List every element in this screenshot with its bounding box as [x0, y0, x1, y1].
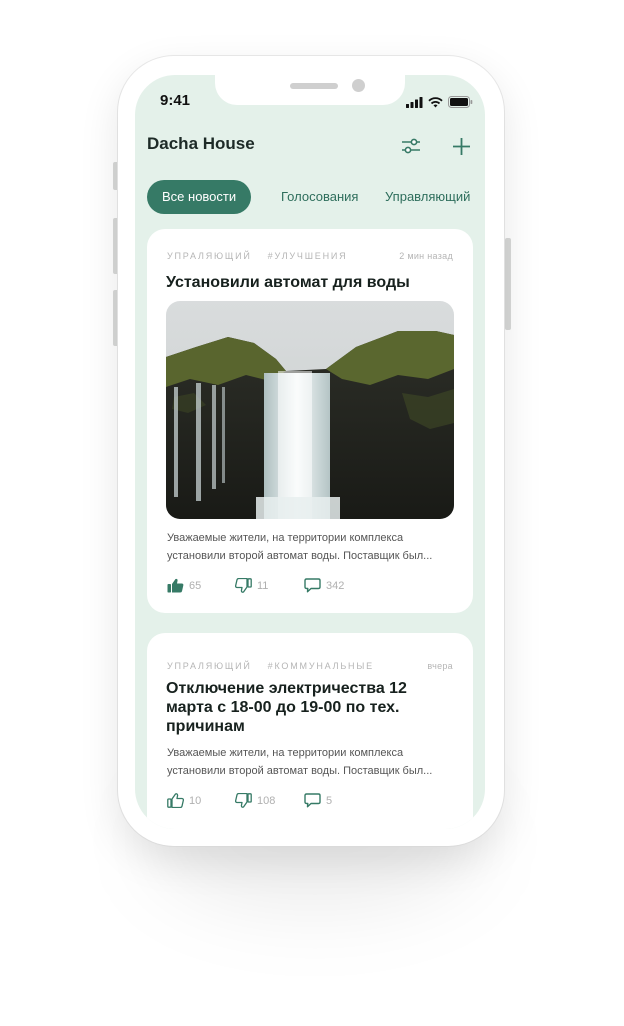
comment-icon: [304, 793, 321, 808]
speaker: [290, 83, 338, 89]
front-camera: [352, 79, 365, 92]
thumbs-up-icon: [167, 578, 184, 593]
thumbs-down-icon: [235, 578, 252, 593]
comments-button[interactable]: 5: [304, 793, 332, 808]
add-post-button[interactable]: [448, 133, 474, 159]
post-time: 2 мин назад: [399, 251, 453, 261]
dislike-button[interactable]: 11: [235, 578, 304, 593]
status-time: 9:41: [160, 92, 191, 109]
status-icons: [406, 95, 473, 113]
post-description: Уважаемые жители, на территории комплекс…: [167, 532, 433, 562]
post-actions: 65 11 342: [167, 578, 344, 593]
tab-all-news[interactable]: Все новости: [147, 180, 252, 214]
news-card[interactable]: Упраляющий #коммунальные вчера Отключение…: [147, 633, 473, 829]
comments-button[interactable]: 342: [304, 578, 344, 593]
tab-votes[interactable]: Голосования: [281, 180, 358, 214]
post-meta: Упраляющий #улучшения 2 мин назад: [167, 251, 453, 261]
tab-bar: Все новости Голосования Управляющий: [147, 180, 485, 214]
plus-icon: [452, 137, 470, 155]
post-tag[interactable]: #улучшения: [268, 251, 348, 261]
post-image-waterfall[interactable]: [166, 301, 454, 519]
filter-sliders-icon: [402, 138, 420, 154]
post-meta: Упраляющий #коммунальные вчера: [167, 661, 453, 671]
post-actions: 10 108 5: [167, 793, 332, 808]
post-description: Уважаемые жители, на территории комплекс…: [167, 747, 433, 777]
app-screen: 9:41 Dacha House Все новости Голосования…: [135, 75, 485, 829]
post-title[interactable]: Установили автомат для воды: [166, 273, 455, 292]
app-title: Dacha House: [147, 134, 255, 153]
like-count: 10: [189, 794, 202, 807]
dislike-button[interactable]: 108: [235, 793, 304, 808]
post-author: Упраляющий: [167, 251, 252, 261]
signal-icon: [406, 95, 423, 113]
dislike-count: 108: [257, 794, 276, 807]
comment-count: 342: [326, 579, 345, 592]
dislike-count: 11: [257, 579, 269, 592]
tab-manager[interactable]: Управляющий: [385, 180, 470, 214]
like-count: 65: [189, 579, 202, 592]
comment-count: 5: [326, 794, 333, 807]
like-button[interactable]: 65: [167, 578, 235, 593]
post-time: вчера: [427, 661, 453, 671]
post-tag[interactable]: #коммунальные: [268, 661, 374, 671]
wifi-icon: [428, 95, 443, 113]
comment-icon: [304, 578, 321, 593]
battery-icon: [448, 95, 473, 113]
post-author: Упраляющий: [167, 661, 252, 671]
thumbs-up-icon: [167, 793, 184, 808]
like-button[interactable]: 10: [167, 793, 235, 808]
filter-button[interactable]: [398, 133, 424, 159]
thumbs-down-icon: [235, 793, 252, 808]
news-card[interactable]: Упраляющий #улучшения 2 мин назад Установ…: [147, 229, 473, 613]
post-title[interactable]: Отключение электричества 12 марта с 18-0…: [166, 679, 455, 736]
power-button: [505, 238, 511, 330]
notch: [215, 75, 405, 105]
